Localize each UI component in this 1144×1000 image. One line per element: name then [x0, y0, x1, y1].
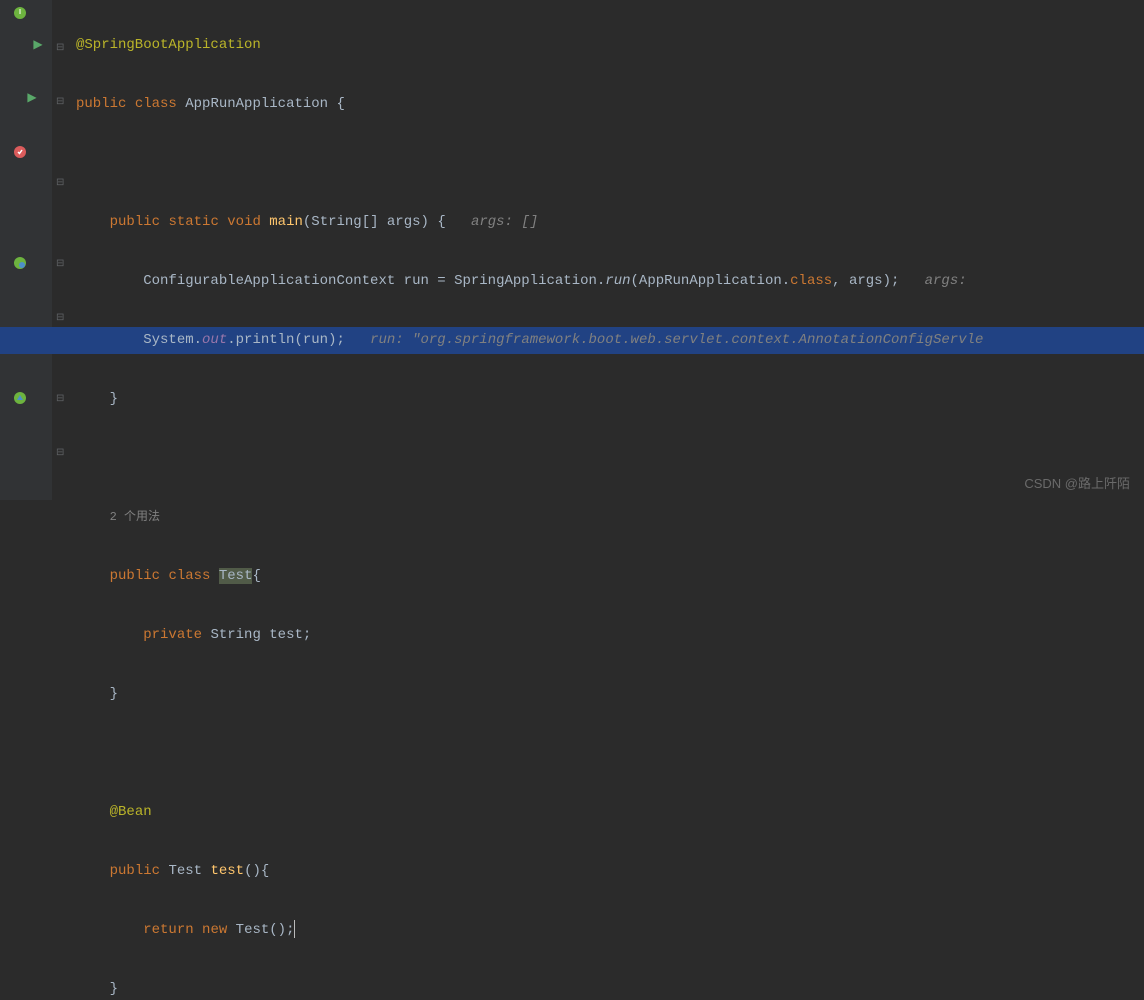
fold-marker[interactable]: ⊟	[56, 449, 66, 459]
code-line: return new Test();	[72, 917, 1144, 944]
annotation: @SpringBootApplication	[76, 37, 261, 53]
code-line-current: System.out.println(run); run: "org.sprin…	[72, 327, 1144, 354]
text-caret	[294, 922, 295, 938]
bean-icon[interactable]	[12, 256, 28, 272]
gutter: ▶ ▶	[0, 0, 53, 500]
code-editor[interactable]: @SpringBootApplication public class AppR…	[72, 0, 1144, 500]
code-line	[72, 740, 1144, 767]
fold-marker[interactable]: ⊟	[56, 44, 66, 54]
code-line	[72, 150, 1144, 177]
code-line: 2 个用法	[72, 504, 1144, 531]
usage-hint[interactable]: 2 个用法	[110, 510, 160, 524]
code-line: public class AppRunApplication {	[72, 91, 1144, 118]
code-line: ConfigurableApplicationContext run = Spr…	[72, 268, 1144, 295]
fold-marker[interactable]: ⊟	[56, 98, 66, 108]
watermark: CSDN @路上阡陌	[1024, 473, 1130, 492]
breakpoint-icon[interactable]	[12, 145, 28, 161]
fold-marker[interactable]: ⊟	[56, 395, 66, 405]
code-line: }	[72, 681, 1144, 708]
fold-column: ⊟ ⊟ ⊟ ⊟ ⊟ ⊟ ⊟	[52, 0, 72, 500]
spring-boot-icon[interactable]	[12, 6, 28, 22]
code-line	[72, 445, 1144, 472]
nav-icon[interactable]	[12, 391, 28, 407]
run-class-icon[interactable]: ▶	[30, 37, 46, 53]
code-line: }	[72, 976, 1144, 1000]
code-line: private String test;	[72, 622, 1144, 649]
code-line: public Test test(){	[72, 858, 1144, 885]
fold-marker[interactable]: ⊟	[56, 179, 66, 189]
fold-marker[interactable]: ⊟	[56, 260, 66, 270]
code-line: @Bean	[72, 799, 1144, 826]
fold-marker[interactable]: ⊟	[56, 314, 66, 324]
code-line: public class Test{	[72, 563, 1144, 590]
code-line: public static void main(String[] args) {…	[72, 209, 1144, 236]
code-line: }	[72, 386, 1144, 413]
run-main-icon[interactable]: ▶	[24, 90, 40, 106]
code-line: @SpringBootApplication	[72, 32, 1144, 59]
